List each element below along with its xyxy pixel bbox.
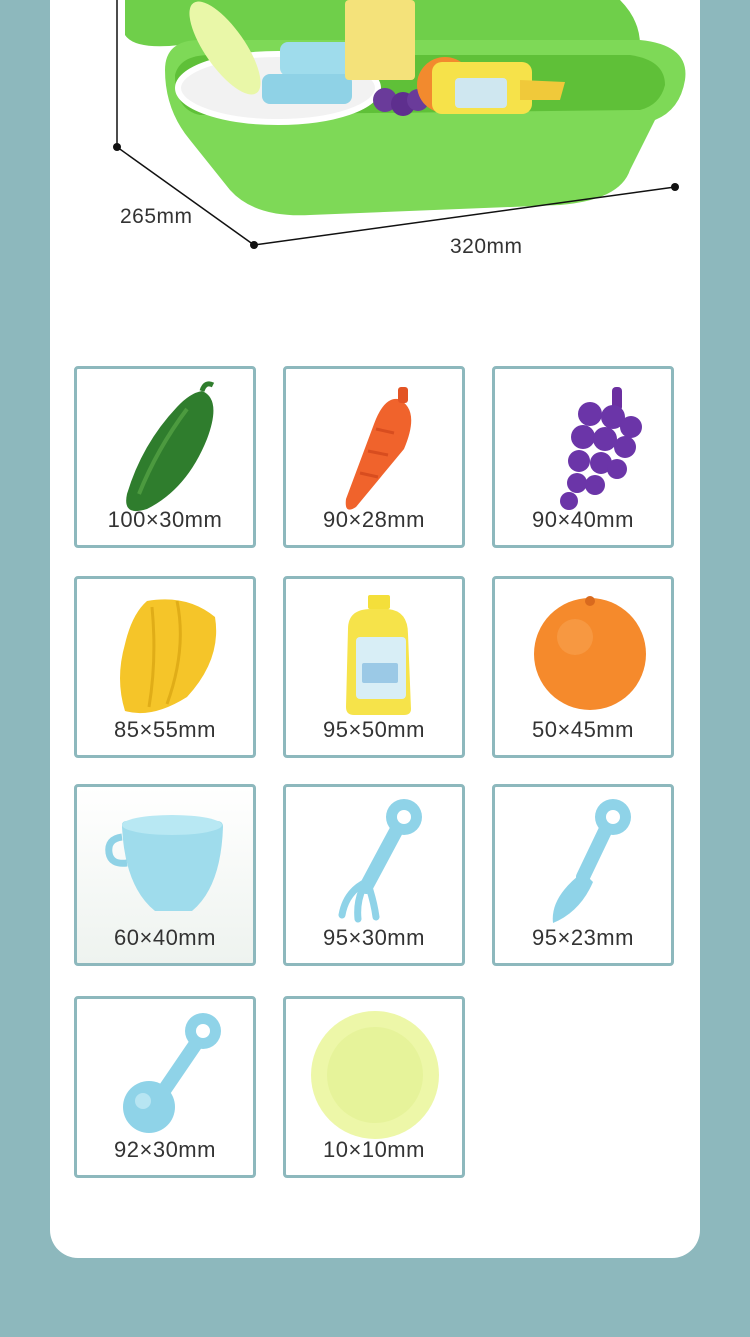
item-tile-orange: 50×45mm (492, 576, 674, 758)
width-dimension-label: 320mm (450, 235, 523, 258)
item-tile-starfruit: 85×55mm (74, 576, 256, 758)
item-tile-carrot: 90×28mm (283, 366, 465, 548)
item-tile-plate: 10×10mm (283, 996, 465, 1178)
item-size-label: 95×50mm (323, 717, 425, 742)
item-size-label: 10×10mm (323, 1137, 425, 1162)
item-size-label: 60×40mm (114, 925, 216, 950)
item-tile-grapes: 90×40mm (492, 366, 674, 548)
item-tile-spoon: 92×30mm (74, 996, 256, 1178)
item-size-label: 100×30mm (107, 507, 223, 532)
item-size-label: 85×55mm (114, 717, 216, 742)
item-size-label: 92×30mm (114, 1137, 216, 1162)
item-size-label: 50×45mm (532, 717, 634, 742)
item-tile-knife: 95×23mm (492, 784, 674, 966)
item-size-label: 90×28mm (323, 507, 425, 532)
item-size-label: 90×40mm (532, 507, 634, 532)
sink-product-image (113, 0, 686, 249)
item-size-label: 95×23mm (532, 925, 634, 950)
depth-dimension-label: 265mm (120, 205, 193, 228)
item-tile-cup: 60×40mm (74, 784, 256, 966)
item-tile-detergent-bottle: 95×50mm (283, 576, 465, 758)
item-tile-fork: 95×30mm (283, 784, 465, 966)
item-tile-cucumber: 100×30mm (74, 366, 256, 548)
item-size-label: 95×30mm (323, 925, 425, 950)
